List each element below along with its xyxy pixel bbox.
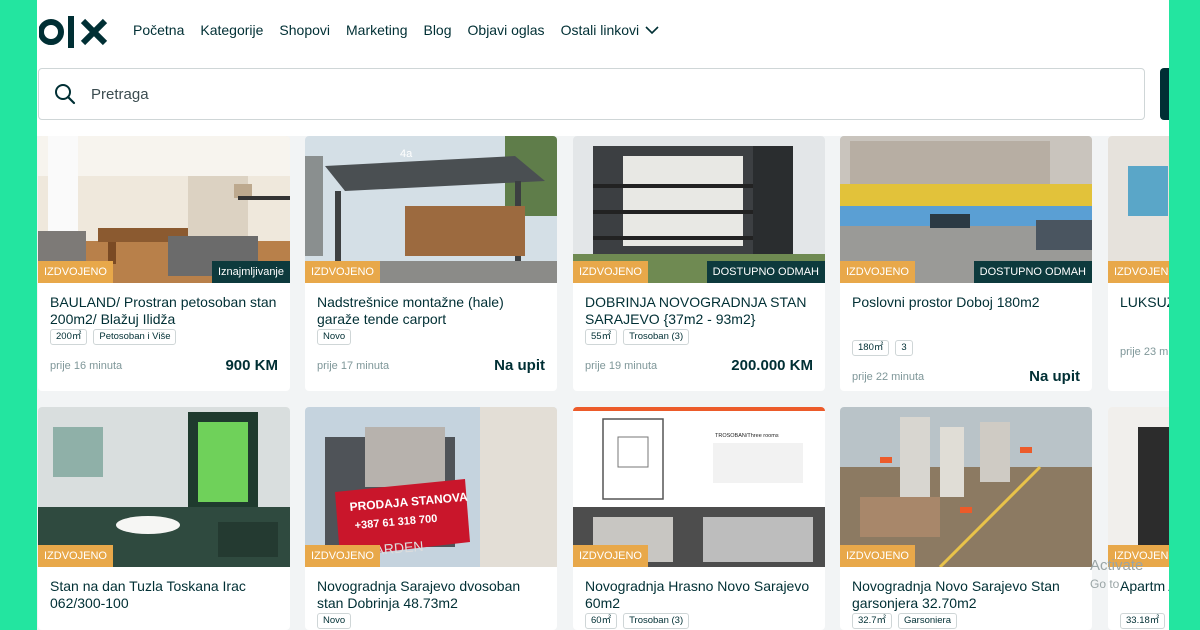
listing-card[interactable]: IZDVOJENO DOSTUPNO ODMAH Poslovni prosto… [840, 136, 1092, 391]
status-badge: DOSTUPNO ODMAH [706, 261, 825, 283]
listing-image: IZDVOJENO [1108, 407, 1169, 567]
tag: 33.18㎡ [1120, 613, 1166, 629]
listing-tags: Novo [317, 613, 545, 629]
listing-meta: prije 17 minuta Na upit [317, 357, 545, 374]
main-nav: Početna Kategorije Shopovi Marketing Blo… [133, 22, 659, 38]
listing-time: prije 23 m [1120, 346, 1169, 358]
watermark-line2: Go to [1090, 577, 1120, 591]
listing-card[interactable]: IZDVOJENO Stan na dan Tuzla Toskana Irac… [38, 407, 290, 630]
featured-badge: IZDVOJENO [1108, 261, 1169, 283]
listing-tags: 33.18㎡ [1120, 613, 1169, 629]
tag: Trosoban (3) [623, 329, 690, 345]
listing-tags: 32.7㎡ Garsoniera [852, 613, 1080, 629]
listing-tags: 180㎡ 3 [852, 340, 1080, 356]
featured-badge: IZDVOJENO [840, 545, 915, 567]
listing-card[interactable]: 4a IZDVOJENO Nadstrešnice montažne (hale… [305, 136, 557, 391]
listing-image: IZDVOJENO [1108, 136, 1169, 283]
search-input[interactable] [91, 85, 991, 103]
listing-meta: prije 23 m [1120, 346, 1169, 358]
nav-shopovi[interactable]: Shopovi [279, 22, 330, 38]
featured-badge: IZDVOJENO [38, 545, 113, 567]
listing-tags: 55㎡ Trosoban (3) [585, 329, 813, 345]
listing-image: IZDVOJENO Iznajmljivanje [38, 136, 290, 283]
listing-image: IZDVOJENO DOSTUPNO ODMAH [840, 136, 1092, 283]
listing-title: Nadstrešnice montažne (hale) garaže tend… [317, 294, 504, 327]
listing-time: prije 16 minuta [50, 359, 123, 372]
olx-logo[interactable] [39, 12, 113, 52]
listing-time: prije 17 minuta [317, 359, 390, 372]
listing-card[interactable]: PRODAJA STANOVA +387 61 318 700 ARDEN IZ… [305, 407, 557, 630]
listing-image: PRODAJA STANOVA +387 61 318 700 ARDEN IZ… [305, 407, 557, 567]
listing-card[interactable]: IZDVOJENO Apartm Alipašin 33.18㎡ [1108, 407, 1169, 630]
listing-meta: prije 16 minuta 900 KM [50, 357, 278, 374]
listing-tags: Novo [317, 329, 545, 345]
page-frame: Početna Kategorije Shopovi Marketing Blo… [37, 0, 1169, 630]
watermark-line1: Activate [1090, 557, 1144, 574]
listing-title: DOBRINJA NOVOGRADNJA STAN SARAJEVO {37m2… [585, 294, 807, 327]
listing-title: Novogradnja Novo Sarajevo Stan garsonjer… [852, 578, 1060, 611]
house-number: 4a [400, 148, 413, 160]
listing-image: IZDVOJENO [840, 407, 1092, 567]
tag: Petosoban i Više [93, 329, 177, 345]
listing-title: Novogradnja Sarajevo dvosoban stan Dobri… [317, 578, 521, 611]
nav-pocetna[interactable]: Početna [133, 22, 184, 38]
listing-image: IZDVOJENO [38, 407, 290, 567]
search-bar [38, 68, 1145, 120]
listing-title: BAULAND/ Prostran petosoban stan 200m2/ … [50, 294, 277, 327]
listing-image: 4a IZDVOJENO [305, 136, 557, 283]
nav-ostali-linkovi-label: Ostali linkovi [560, 22, 640, 38]
listing-image: TROSOBAN/Three rooms IZDVOJENO [573, 407, 825, 567]
listing-title: Poslovni prostor Doboj 180m2 [852, 294, 1040, 310]
header: Početna Kategorije Shopovi Marketing Blo… [37, 0, 1169, 136]
featured-badge: IZDVOJENO [573, 261, 648, 283]
tag: Garsoniera [898, 613, 957, 629]
nav-blog[interactable]: Blog [423, 22, 451, 38]
listing-title: LUKSUZ LUKA sa [1120, 294, 1169, 310]
tag: 200㎡ [50, 329, 88, 345]
tag: Novo [317, 613, 352, 629]
listing-time: prije 19 minuta [585, 359, 658, 372]
tag: Trosoban (3) [623, 613, 690, 629]
nav-marketing[interactable]: Marketing [346, 22, 407, 38]
nav-ostali-linkovi[interactable]: Ostali linkovi [561, 22, 660, 38]
listing-card[interactable]: IZDVOJENO LUKSUZ LUKA sa prije 23 m [1108, 136, 1169, 391]
search-button[interactable] [1160, 68, 1169, 120]
search-icon [55, 84, 76, 105]
tag: 180㎡ [852, 340, 890, 356]
listing-title: Novogradnja Hrasno Novo Sarajevo 60m2 [585, 578, 810, 611]
tag: 32.7㎡ [852, 613, 892, 629]
featured-badge: IZDVOJENO [305, 261, 380, 283]
listing-price: 900 KM [225, 357, 278, 374]
activate-watermark: Activate Go to [1090, 556, 1143, 594]
chevron-down-icon [645, 26, 659, 35]
featured-badge: IZDVOJENO [305, 545, 380, 567]
nav-kategorije[interactable]: Kategorije [200, 22, 263, 38]
featured-badge: IZDVOJENO [840, 261, 915, 283]
tag: 3 [895, 340, 913, 356]
featured-badge: IZDVOJENO [38, 261, 113, 283]
tag: 55㎡ [585, 329, 618, 345]
tag: Novo [317, 329, 352, 345]
listing-meta: prije 19 minuta 200.000 KM [585, 357, 813, 374]
nav-objavi-oglas[interactable]: Objavi oglas [468, 22, 545, 38]
listing-title: Stan na dan Tuzla Toskana Irac 062/300-1… [50, 578, 246, 611]
listing-price: Na upit [1029, 368, 1080, 385]
plan-heading: TROSOBAN/Three rooms [715, 433, 779, 439]
listing-card[interactable]: IZDVOJENO DOSTUPNO ODMAH DOBRINJA NOVOGR… [573, 136, 825, 391]
listing-card[interactable]: IZDVOJENO Iznajmljivanje BAULAND/ Prostr… [38, 136, 290, 391]
listing-tags: 200㎡ Petosoban i Više [50, 329, 278, 345]
listing-price: Na upit [494, 357, 545, 374]
listing-tags: 60㎡ Trosoban (3) [585, 613, 813, 629]
status-badge: Iznajmljivanje [211, 261, 290, 283]
featured-badge: IZDVOJENO [573, 545, 648, 567]
listing-meta: prije 22 minuta Na upit [852, 368, 1080, 385]
tag: 60㎡ [585, 613, 618, 629]
listing-card[interactable]: TROSOBAN/Three rooms IZDVOJENO Novogradn… [573, 407, 825, 630]
listing-card[interactable]: IZDVOJENO Novogradnja Novo Sarajevo Stan… [840, 407, 1092, 630]
listing-price: 200.000 KM [731, 357, 813, 374]
listing-image: IZDVOJENO DOSTUPNO ODMAH [573, 136, 825, 283]
status-badge: DOSTUPNO ODMAH [973, 261, 1092, 283]
listing-time: prije 22 minuta [852, 370, 925, 383]
